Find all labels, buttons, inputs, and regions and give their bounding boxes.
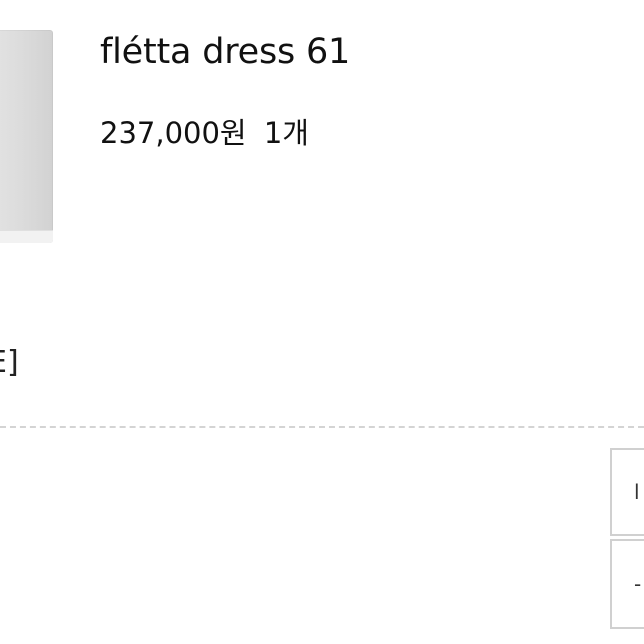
product-name: flétta dress 61 bbox=[100, 32, 351, 72]
option-info-text: E] bbox=[0, 345, 19, 380]
dashed-divider bbox=[0, 426, 644, 428]
product-quantity: 1개 bbox=[263, 116, 309, 150]
action-button-top[interactable]: l bbox=[610, 448, 644, 536]
thumbnail-bottom-edge bbox=[0, 230, 53, 243]
action-button-bottom[interactable]: - bbox=[610, 539, 644, 629]
action-button-top-label: l bbox=[634, 480, 640, 504]
product-price: 237,000원 bbox=[100, 116, 247, 150]
order-item-panel: flétta dress 61 237,000원 1개 E] l - bbox=[0, 0, 644, 644]
price-quantity-row: 237,000원 1개 bbox=[100, 110, 309, 152]
product-thumbnail[interactable] bbox=[0, 30, 53, 243]
action-button-bottom-label: - bbox=[634, 572, 642, 596]
